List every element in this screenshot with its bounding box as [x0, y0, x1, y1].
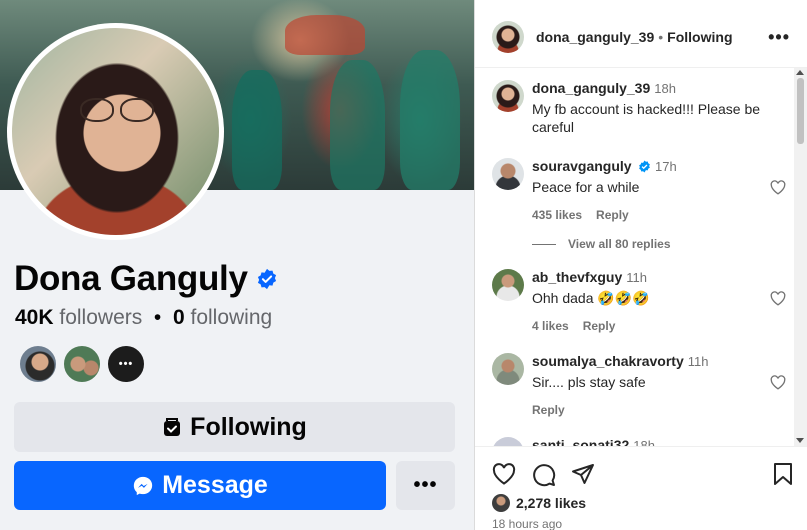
- messenger-icon: [134, 476, 153, 495]
- commenter-avatar[interactable]: [492, 353, 524, 385]
- followers-label[interactable]: followers: [59, 306, 142, 329]
- author-avatar[interactable]: [492, 21, 524, 53]
- profile-name-row: Dona Ganguly: [14, 259, 278, 299]
- comments-scrollbar[interactable]: [794, 68, 807, 446]
- comment-text: Peace for a while: [532, 179, 640, 195]
- follow-status-button[interactable]: Following: [667, 29, 732, 45]
- post-options-icon[interactable]: •••: [768, 27, 790, 48]
- mutual-friends-row: •••: [18, 344, 150, 384]
- post-header: dona_ganguly_39 • Following •••: [475, 0, 807, 68]
- commenter-avatar[interactable]: [492, 437, 524, 446]
- more-options-glyph: •••: [413, 474, 438, 496]
- reply-button[interactable]: Reply: [532, 403, 565, 417]
- comment-likes[interactable]: 4 likes: [532, 319, 569, 333]
- scroll-thumb[interactable]: [797, 78, 804, 144]
- liker-avatar[interactable]: [492, 494, 510, 512]
- following-button-label: Following: [190, 412, 307, 441]
- comment-time: 17h: [655, 159, 677, 174]
- header-separator: •: [658, 29, 664, 45]
- comments-list: dona_ganguly_39 18h My fb account is hack…: [475, 68, 795, 446]
- heart-icon[interactable]: [770, 291, 786, 306]
- scroll-up-arrow-icon[interactable]: [796, 70, 804, 75]
- more-friends-avatar[interactable]: •••: [106, 344, 146, 384]
- facebook-profile-panel: Dona Ganguly 40K followers • 0 following…: [0, 0, 474, 530]
- comment-time: 11h: [626, 270, 647, 285]
- commenter-username[interactable]: santi_sonati32: [532, 437, 629, 446]
- likes-row: 2,278 likes: [492, 494, 586, 512]
- comment-text: Sir.... pls stay safe: [532, 374, 646, 390]
- commenter-username[interactable]: ab_thevfxguy: [532, 269, 622, 285]
- counts-separator: •: [153, 306, 162, 329]
- more-friends-glyph: •••: [118, 358, 134, 370]
- post-timestamp[interactable]: 18 hours ago: [492, 517, 562, 530]
- following-count[interactable]: 0: [173, 306, 185, 329]
- follow-counts: 40K followers • 0 following: [15, 306, 272, 330]
- scroll-down-arrow-icon[interactable]: [796, 438, 804, 443]
- comment-text: Ohh dada 🤣🤣🤣: [532, 290, 650, 306]
- comment-time: 11h: [687, 354, 709, 369]
- more-options-button[interactable]: •••: [396, 461, 455, 510]
- profile-name[interactable]: Dona Ganguly: [14, 259, 248, 299]
- verified-badge-icon: [257, 268, 276, 290]
- commenter-avatar[interactable]: [492, 269, 524, 301]
- commenter-avatar[interactable]: [492, 80, 524, 112]
- view-replies-link[interactable]: View all 80 replies: [532, 237, 671, 251]
- glasses-detail: [80, 98, 154, 122]
- verified-badge-icon: [639, 160, 650, 173]
- commenter-username[interactable]: dona_ganguly_39: [532, 80, 650, 96]
- commenter-username[interactable]: souravganguly: [532, 158, 632, 174]
- author-username[interactable]: dona_ganguly_39: [536, 29, 654, 45]
- reply-button[interactable]: Reply: [583, 319, 616, 333]
- friend-avatar[interactable]: [62, 344, 102, 384]
- message-button-label: Message: [162, 471, 268, 499]
- reply-button[interactable]: Reply: [596, 208, 629, 222]
- followers-count[interactable]: 40K: [15, 306, 54, 329]
- comment-time: 18h: [633, 438, 655, 446]
- likes-count[interactable]: 2,278 likes: [516, 495, 586, 511]
- message-button[interactable]: Message: [14, 461, 386, 510]
- heart-icon[interactable]: [770, 375, 786, 390]
- profile-picture[interactable]: [12, 28, 219, 235]
- share-icon[interactable]: [571, 463, 595, 485]
- bookmark-icon[interactable]: [773, 463, 793, 485]
- comment-time: 18h: [654, 81, 676, 96]
- friend-avatar[interactable]: [18, 344, 58, 384]
- comment-likes[interactable]: 435 likes: [532, 208, 582, 222]
- heart-icon[interactable]: [492, 463, 516, 485]
- heart-icon[interactable]: [770, 180, 786, 195]
- following-label[interactable]: following: [190, 306, 272, 329]
- comment-icon[interactable]: [532, 463, 556, 487]
- author-line: dona_ganguly_39 • Following: [536, 29, 733, 45]
- post-actions-bar: 2,278 likes 18 hours ago: [475, 446, 807, 530]
- comment-text: My fb account is hacked!!! Please be car…: [532, 101, 761, 135]
- commenter-avatar[interactable]: [492, 158, 524, 190]
- commenter-username[interactable]: soumalya_chakravorty: [532, 353, 684, 369]
- following-check-icon: [164, 418, 181, 436]
- following-button[interactable]: Following: [14, 402, 455, 452]
- instagram-comments-panel: dona_ganguly_39 • Following ••• dona_gangu…: [474, 0, 807, 530]
